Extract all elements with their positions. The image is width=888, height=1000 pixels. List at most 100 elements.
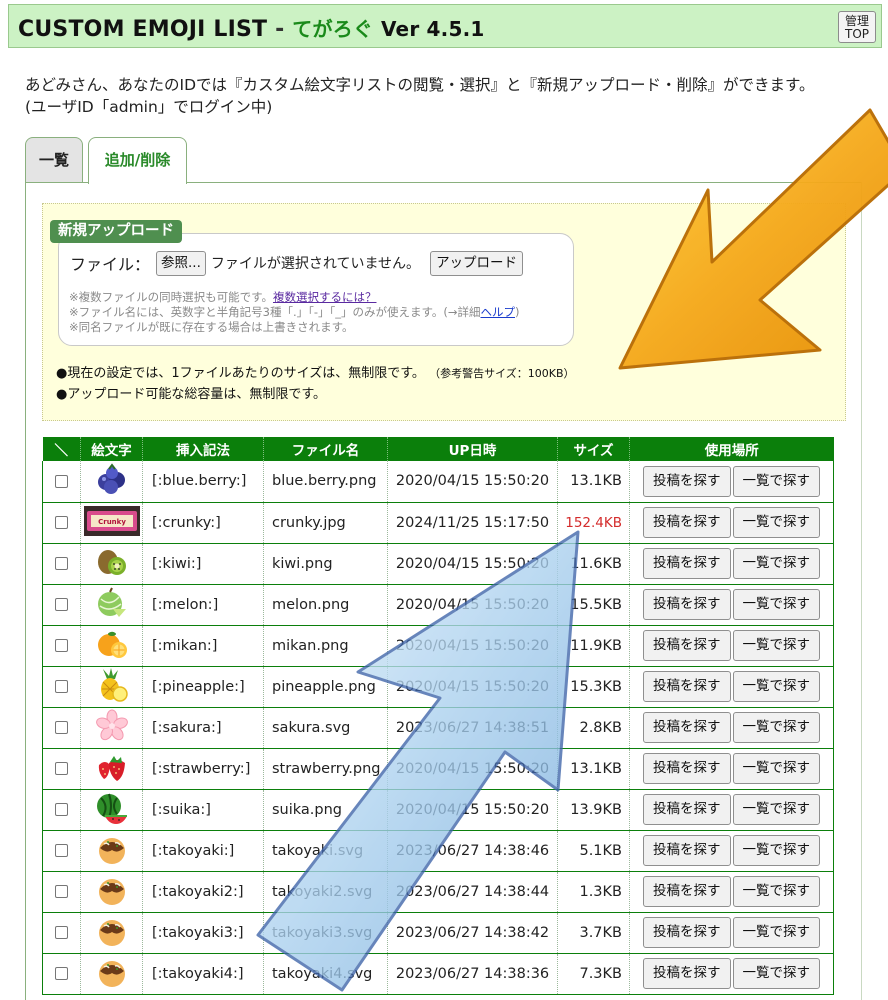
row-select-cell <box>42 584 81 626</box>
row-select-cell <box>42 953 81 995</box>
file-name: mikan.png <box>263 625 388 667</box>
file-name: takoyaki4.svg <box>263 953 388 995</box>
note-multi-select: ※複数ファイルの同時選択も可能です。複数選択するには？ <box>69 290 569 305</box>
row-checkbox[interactable] <box>55 762 68 775</box>
permission-text: あどみさん、あなたのIDでは『カスタム絵文字リストの閲覧・選択』と『新規アップロ… <box>25 76 815 94</box>
search-list-button[interactable]: 一覧で探す <box>732 753 820 784</box>
tab-list[interactable]: 一覧 <box>25 137 83 183</box>
row-checkbox[interactable] <box>55 926 68 939</box>
row-checkbox[interactable] <box>55 680 68 693</box>
login-status: (ユーザID「admin」でログイン中) <box>25 98 273 116</box>
row-checkbox[interactable] <box>55 516 68 529</box>
file-size: 5.1KB <box>557 830 630 872</box>
multi-select-help-link[interactable]: 複数選択するには？ <box>273 290 377 304</box>
usage-cell: 投稿を探す 一覧で探す <box>629 871 834 913</box>
row-checkbox[interactable] <box>55 557 68 570</box>
file-name: takoyaki3.svg <box>263 912 388 954</box>
insert-syntax: [:takoyaki3:] <box>142 912 264 954</box>
row-checkbox[interactable] <box>55 721 68 734</box>
row-select-cell <box>42 543 81 585</box>
note2-text: ※ファイル名には、英数字と半角記号3種「.」「-」「_」のみが使えます。(→詳細 <box>69 305 481 319</box>
search-posts-button[interactable]: 投稿を探す <box>643 835 731 866</box>
file-size: 11.6KB <box>557 543 630 585</box>
search-list-button[interactable]: 一覧で探す <box>732 548 820 579</box>
admin-top-button[interactable]: 管理 TOP <box>838 11 876 43</box>
file-name: blue.berry.png <box>263 461 388 503</box>
header-select: ＼ <box>42 437 81 461</box>
mikan-icon <box>95 628 129 664</box>
file-input-row: ファイル： 参照... ファイルが選択されていません。 アップロード <box>70 250 524 276</box>
file-size-limit: ●現在の設定では、1ファイルあたりのサイズは、無制限です。 （参考警告サイズ：1… <box>56 363 756 384</box>
search-posts-button[interactable]: 投稿を探す <box>643 548 731 579</box>
table-row: [:mikan:] mikan.png 2020/04/15 15:50:20 11.… <box>42 625 834 667</box>
search-list-button[interactable]: 一覧で探す <box>732 671 820 702</box>
emoji-table: ＼ 絵文字 挿入記法 ファイル名 UP日時 サイズ 使用場所 [:blue.be… <box>42 437 834 995</box>
search-list-button[interactable]: 一覧で探す <box>732 876 820 907</box>
search-posts-button[interactable]: 投稿を探す <box>643 712 731 743</box>
row-select-cell <box>42 871 81 913</box>
header-usage: 使用場所 <box>629 437 834 461</box>
search-list-button[interactable]: 一覧で探す <box>732 835 820 866</box>
usage-cell: 投稿を探す 一覧で探す <box>629 461 834 503</box>
file-size-limit-text: ●現在の設定では、1ファイルあたりのサイズは、無制限です。 <box>56 366 425 381</box>
title-text: CUSTOM EMOJI LIST <box>18 17 268 42</box>
row-checkbox[interactable] <box>55 885 68 898</box>
search-posts-button[interactable]: 投稿を探す <box>643 753 731 784</box>
search-list-button[interactable]: 一覧で探す <box>732 589 820 620</box>
search-list-button[interactable]: 一覧で探す <box>732 507 820 538</box>
emoji-cell <box>80 625 143 667</box>
usage-cell: 投稿を探す 一覧で探す <box>629 543 834 585</box>
search-list-button[interactable]: 一覧で探す <box>732 630 820 661</box>
file-name: sakura.svg <box>263 707 388 749</box>
upload-datetime: 2024/11/25 15:17:50 <box>387 502 558 544</box>
search-posts-button[interactable]: 投稿を探す <box>643 794 731 825</box>
search-posts-button[interactable]: 投稿を探す <box>643 876 731 907</box>
search-list-button[interactable]: 一覧で探す <box>732 958 820 989</box>
row-checkbox[interactable] <box>55 803 68 816</box>
note1-text: ※複数ファイルの同時選択も可能です。 <box>69 290 273 304</box>
version-label: Ver 4.5.1 <box>380 17 485 41</box>
search-posts-button[interactable]: 投稿を探す <box>643 630 731 661</box>
search-posts-button[interactable]: 投稿を探す <box>643 958 731 989</box>
search-posts-button[interactable]: 投稿を探す <box>643 507 731 538</box>
page-title: CUSTOM EMOJI LIST - てがろぐ Ver 4.5.1 <box>18 13 485 42</box>
emoji-cell <box>80 707 143 749</box>
usage-cell: 投稿を探す 一覧で探す <box>629 953 834 995</box>
file-name: strawberry.png <box>263 748 388 790</box>
search-posts-button[interactable]: 投稿を探す <box>643 465 731 497</box>
browse-button[interactable]: 参照... <box>156 250 206 276</box>
search-list-button[interactable]: 一覧で探す <box>732 465 820 497</box>
search-list-button[interactable]: 一覧で探す <box>732 794 820 825</box>
search-posts-button[interactable]: 投稿を探す <box>643 589 731 620</box>
header-emoji: 絵文字 <box>80 437 143 461</box>
table-row: [:sakura:] sakura.svg 2023/06/27 14:38:51 2… <box>42 707 834 749</box>
row-checkbox[interactable] <box>55 598 68 611</box>
row-select-cell <box>42 502 81 544</box>
search-list-button[interactable]: 一覧で探す <box>732 712 820 743</box>
search-posts-button[interactable]: 投稿を探す <box>643 917 731 948</box>
upload-datetime: 2020/04/15 15:50:20 <box>387 748 558 790</box>
row-checkbox[interactable] <box>55 639 68 652</box>
file-size: 152.4KB <box>557 502 630 544</box>
usage-cell: 投稿を探す 一覧で探す <box>629 666 834 708</box>
row-checkbox[interactable] <box>55 967 68 980</box>
search-posts-button[interactable]: 投稿を探す <box>643 671 731 702</box>
row-checkbox[interactable] <box>55 844 68 857</box>
help-link[interactable]: ヘルプ <box>480 305 515 319</box>
emoji-cell <box>80 789 143 831</box>
file-size: 1.3KB <box>557 871 630 913</box>
row-checkbox[interactable] <box>55 474 68 488</box>
upload-datetime: 2023/06/27 14:38:46 <box>387 830 558 872</box>
header-syntax: 挿入記法 <box>142 437 264 461</box>
note2-suffix: ) <box>514 305 520 319</box>
upload-datetime: 2020/04/15 15:50:20 <box>387 584 558 626</box>
tab-add-delete[interactable]: 追加/削除 <box>88 137 187 184</box>
total-capacity-limit: ●アップロード可能な総容量は、無制限です。 <box>56 387 327 402</box>
insert-syntax: [:strawberry:] <box>142 748 264 790</box>
search-list-button[interactable]: 一覧で探す <box>732 917 820 948</box>
insert-syntax: [:takoyaki2:] <box>142 871 264 913</box>
table-row: [:pineapple:] pineapple.png 2020/04/15 15:… <box>42 666 834 708</box>
upload-datetime: 2020/04/15 15:50:20 <box>387 461 558 503</box>
upload-datetime: 2023/06/27 14:38:51 <box>387 707 558 749</box>
upload-button[interactable]: アップロード <box>430 250 524 276</box>
